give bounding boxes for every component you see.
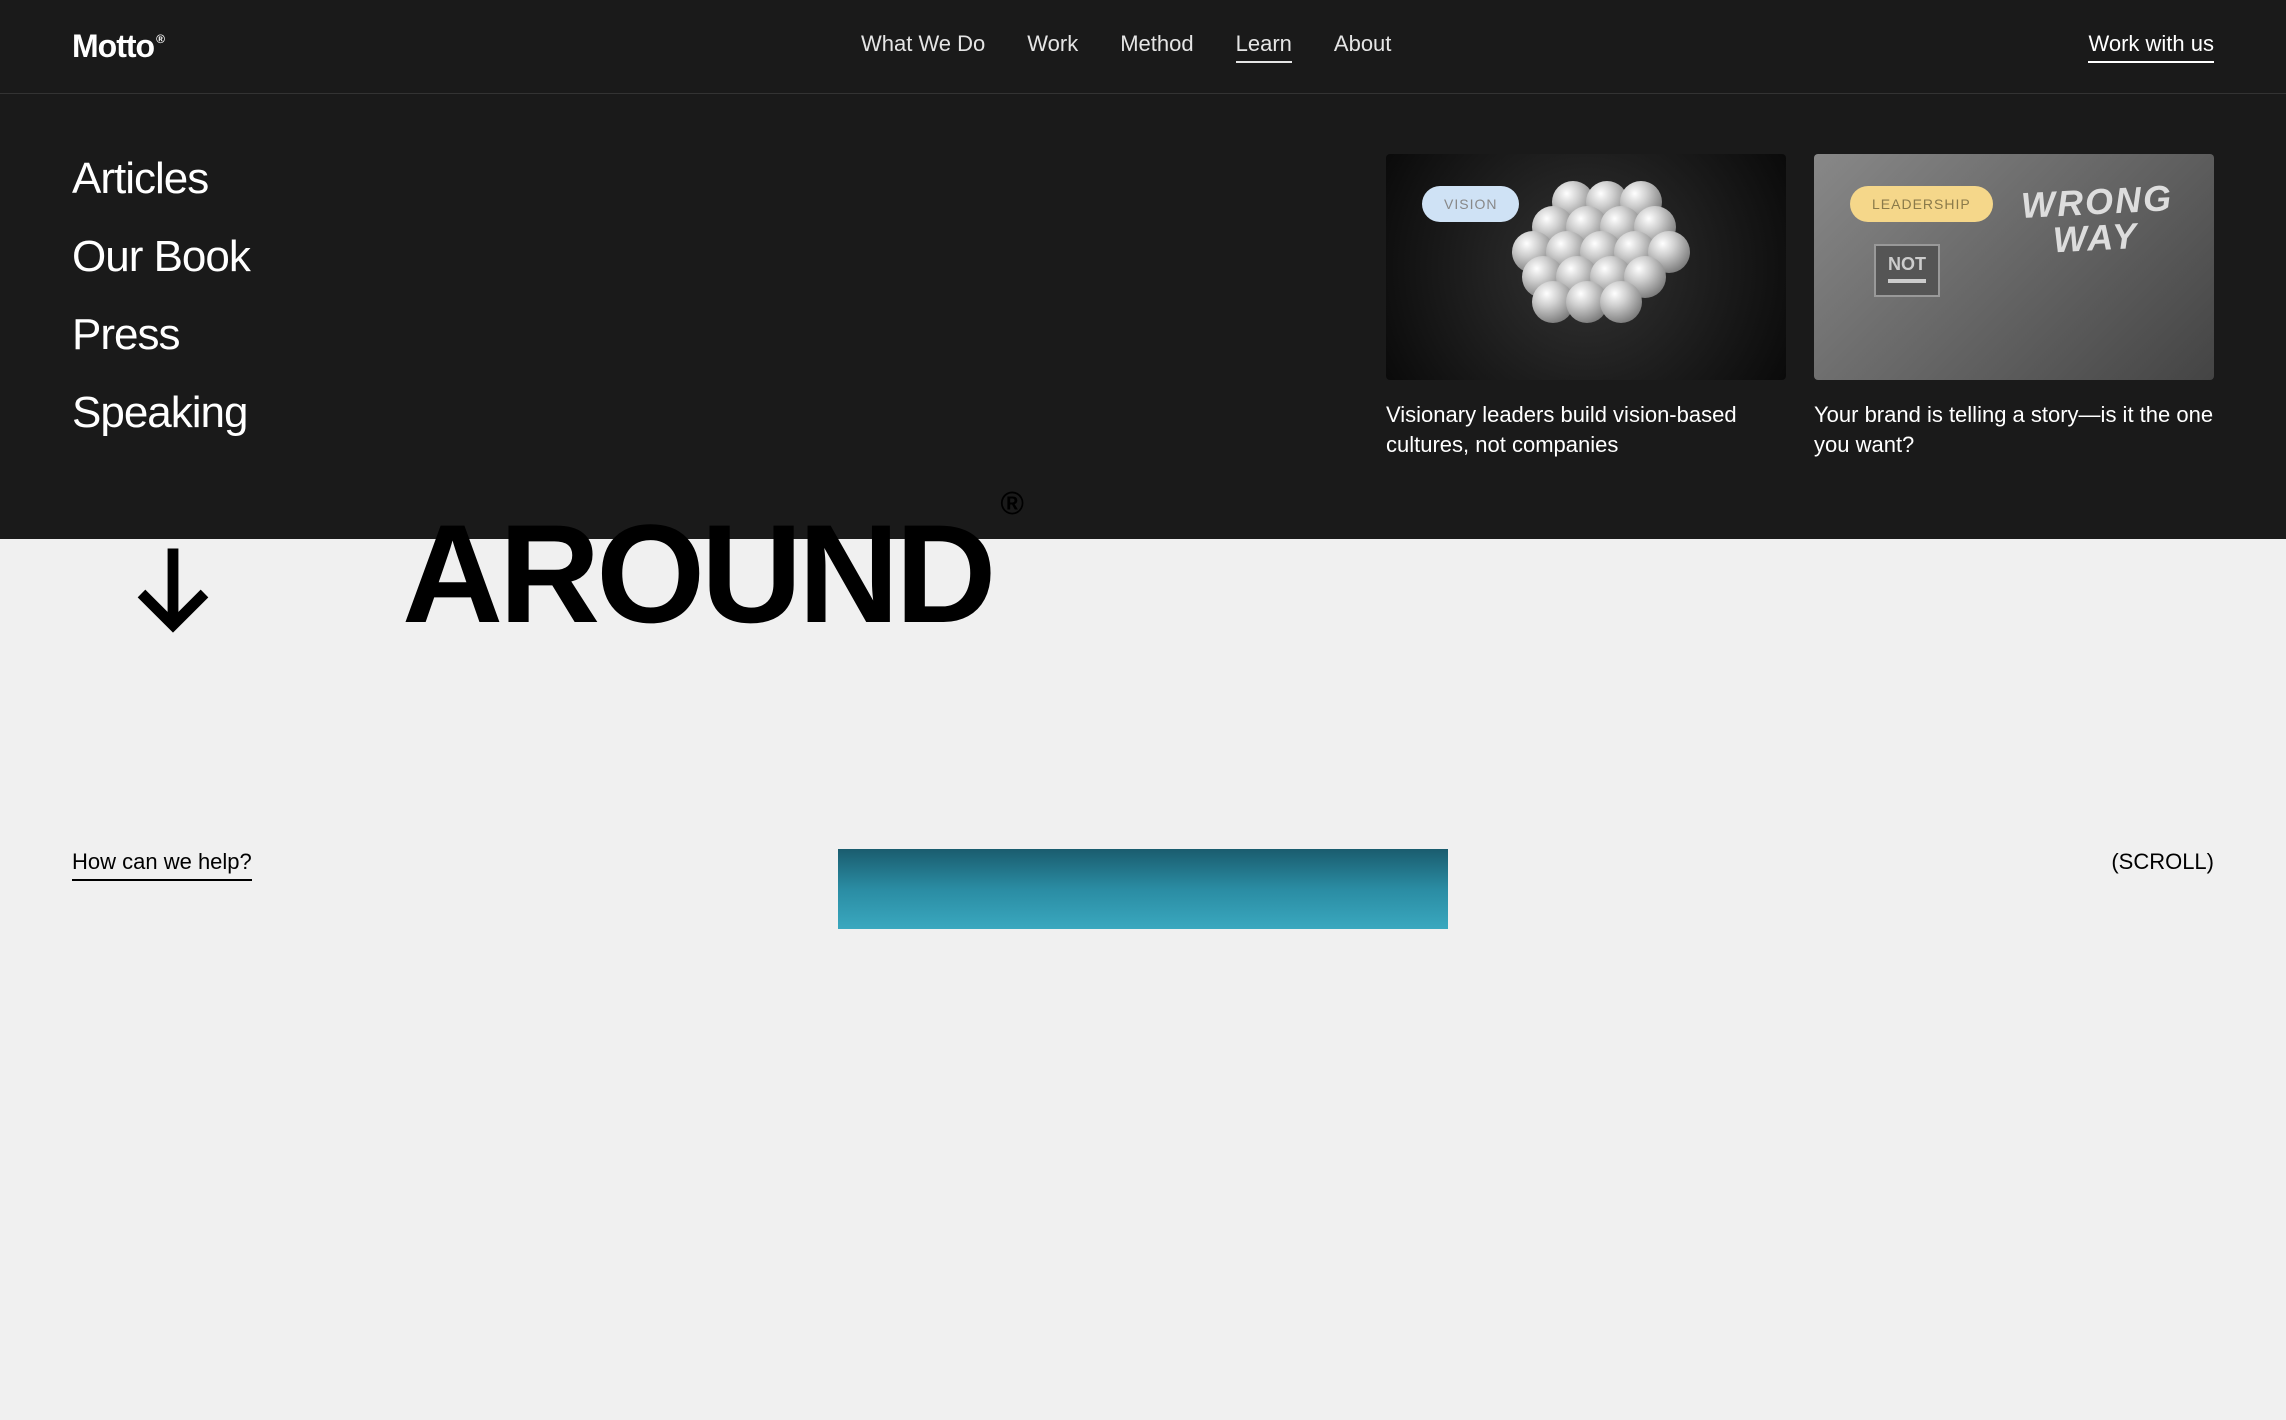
hero-section: AROUND®: [0, 539, 2286, 649]
main-nav: What We Do Work Method Learn About: [861, 31, 1391, 63]
nav-what-we-do[interactable]: What We Do: [861, 31, 985, 63]
registered-mark: ®: [1000, 495, 1020, 511]
article-card-vision[interactable]: VISION Visionary leaders build vision-ba…: [1386, 154, 1786, 459]
hero-image: [838, 849, 1448, 929]
spheres-icon: [1496, 177, 1676, 357]
hero-headline: AROUND®: [402, 539, 2214, 609]
help-link[interactable]: How can we help?: [72, 849, 252, 881]
wrong-way-sign: WRONG WAY: [2020, 180, 2176, 260]
logo-text: Motto: [72, 28, 154, 65]
card-image-sign: LEADERSHIP WRONG WAY NOT: [1814, 154, 2214, 380]
leadership-badge: LEADERSHIP: [1850, 186, 1993, 222]
dropdown-articles[interactable]: Articles: [72, 154, 372, 204]
work-with-us-link[interactable]: Work with us: [2088, 31, 2214, 63]
dropdown-press[interactable]: Press: [72, 310, 372, 360]
dropdown-our-book[interactable]: Our Book: [72, 232, 372, 282]
nav-about[interactable]: About: [1334, 31, 1392, 63]
scroll-indicator: (SCROLL): [2111, 849, 2214, 875]
dropdown-speaking[interactable]: Speaking: [72, 388, 372, 438]
logo[interactable]: Motto ®: [72, 28, 164, 65]
footer-row: How can we help? (SCROLL): [0, 649, 2286, 881]
nav-method[interactable]: Method: [1120, 31, 1193, 63]
not-enter-sign: NOT: [1874, 244, 1940, 297]
dropdown-cards: VISION Visionary leaders build vision-ba…: [452, 154, 2214, 459]
logo-mark: ®: [156, 32, 164, 46]
article-card-leadership[interactable]: LEADERSHIP WRONG WAY NOT Your brand is t…: [1814, 154, 2214, 459]
nav-learn[interactable]: Learn: [1236, 31, 1292, 63]
card-title: Your brand is telling a story—is it the …: [1814, 400, 2214, 459]
nav-work[interactable]: Work: [1027, 31, 1078, 63]
card-title: Visionary leaders build vision-based cul…: [1386, 400, 1786, 459]
main-header: Motto ® What We Do Work Method Learn Abo…: [0, 0, 2286, 94]
card-image-spheres: VISION: [1386, 154, 1786, 380]
learn-dropdown: Articles Our Book Press Speaking VISION …: [0, 94, 2286, 539]
dropdown-menu: Articles Our Book Press Speaking: [72, 154, 372, 459]
arrow-down-icon: [128, 544, 218, 639]
